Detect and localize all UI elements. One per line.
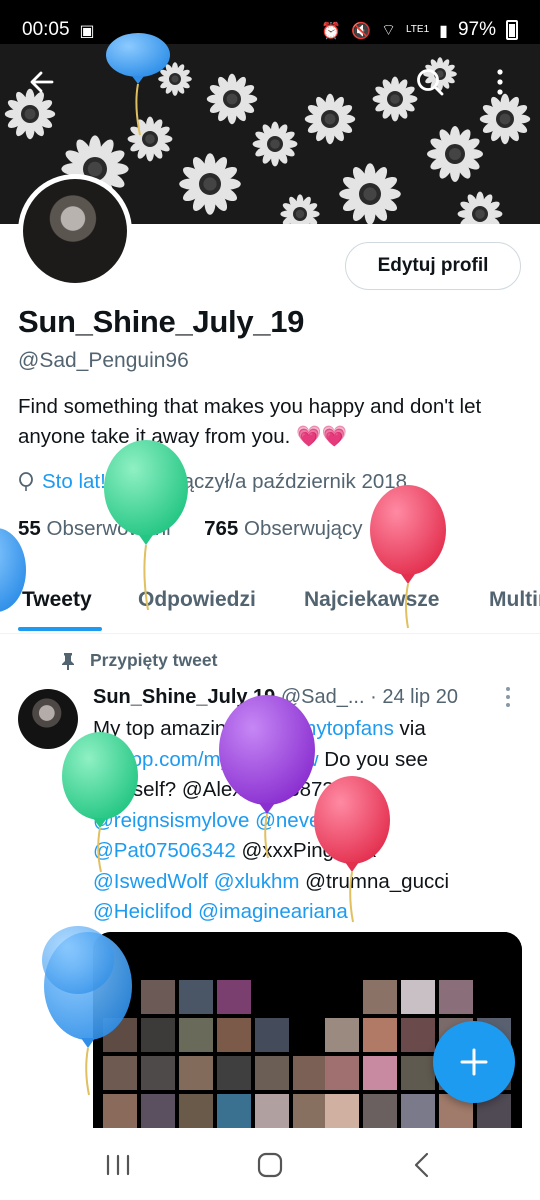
active-tab-indicator (18, 627, 102, 631)
tweet-date: · 24 lip 20 (370, 686, 458, 708)
more-vertical-icon (497, 69, 503, 95)
home-icon (257, 1152, 283, 1178)
mention-link[interactable]: @IswedWolf (93, 870, 208, 893)
tweet-author-handle: @Sad_... (280, 686, 365, 708)
battery-percent: 97% (457, 19, 496, 40)
tweet-text: My top amazing fans #mytopfans via dixap… (93, 714, 513, 928)
back-chevron-icon (414, 1152, 429, 1178)
signal-icon: ▮ (439, 20, 448, 40)
edit-profile-button[interactable]: Edytuj profil (345, 242, 521, 290)
balloon-icon (19, 472, 33, 491)
tab-highlights[interactable]: Najciekawsze (304, 588, 439, 612)
hashtag-link[interactable]: #mytopfans (288, 717, 394, 740)
followers-count: 765 (204, 517, 239, 540)
search-icon (417, 69, 444, 96)
more-options-button[interactable] (480, 62, 520, 102)
url-link[interactable]: dixapp.com/mytopfanstw (93, 748, 319, 771)
follow-counts: 55 Obserwowani 765 Obserwujący (18, 517, 363, 541)
tweet-author-name[interactable]: Sun_Shine_July 19 (93, 686, 275, 708)
mention-link[interactable]: @reignsismylove (93, 809, 249, 832)
bio-text: Find something that makes you happy and … (18, 395, 482, 448)
system-navigation-bar (0, 1128, 540, 1200)
plus-icon (460, 1048, 488, 1076)
mention-link[interactable]: @imagineariana (192, 900, 348, 923)
tweet-text-segment: My top amazing fans (93, 717, 288, 740)
tab-media[interactable]: Multimedia (489, 588, 540, 612)
back-button[interactable] (22, 62, 62, 102)
system-back-button[interactable] (402, 1150, 442, 1180)
followers-label: Obserwujący (244, 517, 363, 540)
following-count: 55 (18, 517, 41, 540)
tweet-author-avatar[interactable] (18, 689, 78, 749)
profile-meta: Sto lat! Dołączył/a październik 2018 (18, 470, 407, 494)
tweet-text-segment: @trumna_gucci (299, 869, 450, 893)
home-button[interactable] (250, 1150, 290, 1180)
tweet-more-button[interactable] (504, 686, 512, 714)
pin-icon (62, 652, 74, 670)
pinned-label: Przypięty tweet (90, 650, 218, 670)
mute-icon: 🔇 (351, 20, 371, 40)
tweet-text-segment: Do you see (318, 747, 429, 771)
display-name: Sun_Shine_July_19 (18, 304, 305, 339)
profile-avatar[interactable] (18, 174, 132, 288)
mention-link[interactable]: @Heiclifod (93, 900, 192, 923)
search-button[interactable] (410, 62, 450, 102)
joined-date: Dołączył/a październik 2018 (151, 470, 408, 493)
wifi-icon: ⌔ (380, 20, 396, 39)
recents-button[interactable] (98, 1150, 138, 1180)
calendar-icon (124, 473, 143, 491)
followers-link[interactable]: 765 Obserwujący (204, 517, 362, 540)
gallery-notification-icon: ▣ (79, 20, 95, 40)
following-link[interactable]: 55 Obserwowani (18, 517, 171, 540)
user-handle: @Sad_Penguin96 (18, 349, 189, 372)
mention-link[interactable]: @xlukhm (208, 870, 300, 893)
more-vertical-icon (506, 687, 510, 707)
arrow-left-icon (30, 71, 54, 93)
tab-tweets[interactable]: Tweety (22, 588, 92, 612)
pinned-indicator: Przypięty tweet (60, 650, 217, 671)
tweet-text-segment: yourself? @Alex88193873 (93, 778, 334, 801)
bio-emoji: 💗💗 (296, 425, 348, 448)
status-time: 00:05 (22, 19, 70, 40)
tweet-header: Sun_Shine_July 19 @Sad_... · 24 lip 20 (93, 686, 458, 709)
following-label: Obserwowani (46, 517, 171, 540)
tweet-text-segment: via (393, 717, 426, 740)
network-label: LTE1 (405, 24, 430, 35)
recents-icon (106, 1154, 130, 1176)
birthday-link[interactable]: Sto lat! (42, 470, 106, 494)
profile-bio: Find something that makes you happy and … (18, 392, 523, 452)
tab-replies[interactable]: Odpowiedzi (138, 588, 256, 612)
alarm-icon: ⏰ (321, 20, 342, 40)
profile-tabs: Tweety Odpowiedzi Najciekawsze Multimedi… (0, 578, 540, 634)
mention-link[interactable]: @Pat07506342 (93, 839, 236, 862)
tweet-text-segment: @xxxPinguxxx (235, 839, 377, 862)
compose-tweet-button[interactable] (433, 1021, 515, 1103)
mention-link[interactable]: @never_l_and (249, 809, 389, 832)
battery-icon (506, 20, 518, 40)
